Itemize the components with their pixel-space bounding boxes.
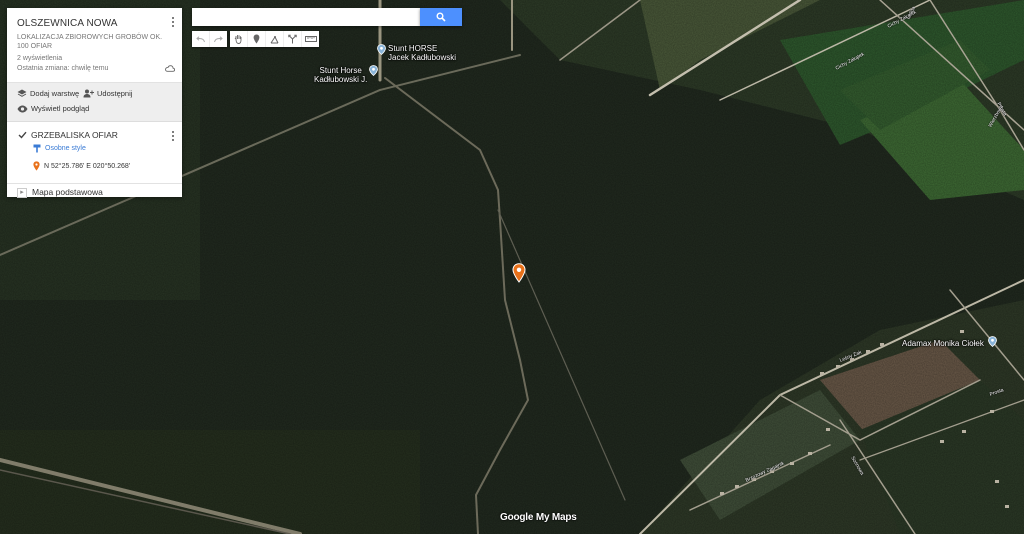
place-label-adamax[interactable]: Adamax Monika Ciołek	[902, 339, 984, 348]
place-label-stunt-horse-jacek[interactable]: Stunt HORSE Jacek Kadłubowski	[388, 44, 456, 62]
poi-pin-icon[interactable]	[377, 44, 386, 55]
google-my-maps-logo: Google My Maps	[500, 512, 577, 523]
undo-icon	[196, 35, 205, 42]
add-person-icon	[83, 89, 94, 98]
orange-pin-icon	[33, 161, 40, 171]
map-actions: Dodaj warstwę Udostępnij Wyświetl podglą…	[7, 83, 182, 122]
ruler-button[interactable]	[302, 31, 319, 47]
draw-line-button[interactable]	[266, 31, 284, 47]
layer-style-label: Osobne style	[45, 145, 86, 152]
my-maps-logo-text: My Maps	[533, 512, 577, 523]
ruler-icon	[304, 36, 317, 42]
redo-button[interactable]	[210, 31, 227, 47]
expand-icon[interactable]: ▸	[17, 188, 27, 198]
directions-icon	[288, 34, 297, 44]
hand-icon	[234, 35, 242, 44]
place-label-line: Stunt HORSE	[388, 44, 438, 53]
layer-style-link[interactable]: Osobne style	[33, 144, 86, 153]
search-icon	[436, 12, 446, 22]
draw-line-icon	[270, 35, 279, 43]
base-map-row[interactable]: ▸ Mapa podstawowa	[7, 184, 182, 199]
google-logo-text: Google	[500, 512, 534, 523]
map-last-change: Ostatnia zmiana: chwilę temu	[17, 65, 109, 72]
layer-options-icon[interactable]	[172, 131, 175, 142]
share-label: Udostępnij	[97, 89, 133, 98]
map-info-header: OLSZEWNICA NOWA LOKALIZACJA ZBIOROWYCH G…	[7, 8, 182, 83]
place-label-line: Kadłubowski J.	[314, 75, 368, 84]
base-map-label: Mapa podstawowa	[32, 187, 103, 197]
map-description[interactable]: LOKALIZACJA ZBIOROWYCH GROBÓW OK. 100 OF…	[17, 33, 167, 51]
layer-item-coordinates[interactable]: N 52°25.786' E 020°50.268'	[33, 161, 130, 171]
map-title[interactable]: OLSZEWNICA NOWA	[17, 18, 118, 29]
layer-item-label: N 52°25.786' E 020°50.268'	[44, 162, 131, 170]
place-label-line: Jacek Kadłubowski	[388, 53, 457, 62]
history-group	[192, 31, 227, 47]
cloud-saved-icon	[165, 65, 175, 72]
layer-title[interactable]: GRZEBALISKA OFIAR	[31, 130, 118, 140]
tools-group	[230, 31, 319, 47]
place-label-stunt-horse-kadlubowski[interactable]: Stunt Horse Kadłubowski J.	[314, 66, 367, 84]
location-marker-icon[interactable]	[512, 263, 526, 283]
directions-button[interactable]	[284, 31, 302, 47]
add-marker-icon	[253, 34, 260, 44]
redo-icon	[214, 35, 223, 42]
paint-roller-icon	[33, 144, 41, 153]
add-marker-button[interactable]	[248, 31, 266, 47]
share-button[interactable]: Udostępnij	[83, 89, 132, 98]
map-views-count: 2 wyświetlenia	[17, 55, 63, 62]
add-layer-button[interactable]: Dodaj warstwę	[17, 89, 79, 98]
poi-pin-icon[interactable]	[988, 336, 997, 347]
place-label-line: Stunt Horse	[319, 66, 362, 75]
layers-icon	[17, 89, 27, 97]
map-options-icon[interactable]	[172, 17, 175, 28]
map-toolbar	[192, 31, 319, 47]
eye-icon	[17, 105, 28, 112]
search-input[interactable]	[192, 8, 420, 26]
preview-label: Wyświetl podgląd	[31, 104, 90, 113]
layer-visible-checkbox[interactable]	[18, 131, 27, 139]
search-button[interactable]	[420, 8, 462, 26]
layer-grzebaliska: GRZEBALISKA OFIAR Osobne style N 52°25.7…	[7, 122, 182, 184]
preview-button[interactable]: Wyświetl podgląd	[17, 104, 89, 113]
undo-button[interactable]	[192, 31, 210, 47]
map-legend-panel: OLSZEWNICA NOWA LOKALIZACJA ZBIOROWYCH G…	[7, 8, 182, 199]
add-layer-label: Dodaj warstwę	[30, 89, 80, 98]
hand-tool-button[interactable]	[230, 31, 248, 47]
poi-pin-icon[interactable]	[369, 65, 378, 76]
